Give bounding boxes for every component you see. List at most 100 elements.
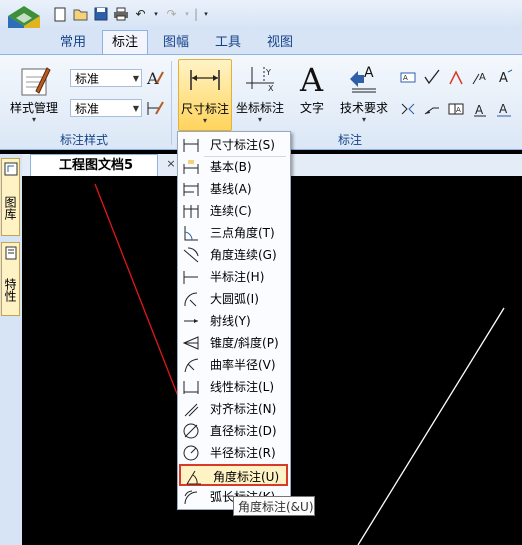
- chevron-down-icon: ▼: [132, 104, 139, 113]
- style-group-label: 标注样式: [60, 133, 109, 147]
- menu-item-taper-slope[interactable]: 锥度/斜度(P): [178, 332, 288, 354]
- text-style-value: 标准: [75, 72, 100, 86]
- close-icon[interactable]: ×: [164, 157, 178, 171]
- menu-item-label: 射线(Y): [210, 314, 251, 328]
- menu-item-half-dim[interactable]: 半标注(H): [178, 266, 288, 288]
- datum-target-icon[interactable]: [398, 99, 418, 119]
- group-separator: [171, 61, 172, 145]
- roughness-icon[interactable]: [422, 67, 442, 87]
- tech-requirement-icon: A: [350, 65, 376, 93]
- menu-item-diameter-dim[interactable]: 直径标注(D): [178, 420, 288, 442]
- menu-item-curvature-radius[interactable]: 曲率半径(V): [178, 354, 288, 376]
- svg-text:A: A: [146, 69, 159, 87]
- baseline-dim-icon: [182, 180, 200, 198]
- dimension-style-icon[interactable]: [145, 98, 165, 118]
- menu-item-label: 半标注(H): [210, 270, 265, 284]
- tech-requirement-button[interactable]: A 技术要求 ▾: [336, 59, 392, 129]
- menu-item-dimension[interactable]: 尺寸标注(S): [178, 134, 288, 156]
- curvature-radius-icon: [182, 356, 200, 374]
- svg-text:A: A: [499, 71, 508, 86]
- separator-icon: |: [193, 7, 199, 21]
- side-tab-library-label: 图库: [3, 196, 17, 220]
- tab-common[interactable]: 常用: [54, 32, 92, 54]
- save-icon[interactable]: [92, 6, 109, 22]
- tab-frame[interactable]: 图幅: [156, 32, 196, 54]
- text-icon: A: [299, 61, 324, 99]
- basic-dim-icon: [182, 158, 200, 176]
- quick-access-toolbar: ↶ ▾ ↷ ▾ | ▾: [0, 0, 522, 40]
- side-panel: 图库 特性: [0, 154, 23, 545]
- svg-text:A: A: [299, 62, 324, 94]
- menu-item-label: 角度连续(G): [210, 248, 277, 262]
- tab-view[interactable]: 视图: [260, 32, 300, 54]
- annotation-group-label: 标注: [338, 133, 363, 147]
- dropdown-arrow-icon: ▾: [257, 115, 262, 124]
- undo-icon[interactable]: ↶: [132, 6, 149, 22]
- text-style-small-icon[interactable]: A: [470, 99, 490, 119]
- diameter-dim-icon: [182, 422, 200, 440]
- text-label: 文字: [299, 101, 324, 115]
- tab-tools[interactable]: 工具: [208, 32, 248, 54]
- menu-item-baseline-dim[interactable]: 基线(A): [178, 178, 288, 200]
- menu-item-basic-dim[interactable]: 基本(B): [178, 156, 288, 178]
- print-icon[interactable]: [112, 6, 129, 22]
- continuous-dim-icon: [182, 202, 200, 220]
- tab-annotation[interactable]: 标注: [102, 30, 148, 55]
- stretch-text-icon[interactable]: A: [494, 99, 514, 119]
- dimension-icon: [182, 136, 200, 154]
- dimension-style-value: 标准: [75, 102, 100, 116]
- text-edit-icon[interactable]: A: [494, 67, 514, 87]
- text-style-combo[interactable]: 标准 ▼: [70, 69, 142, 87]
- svg-text:Y: Y: [265, 68, 271, 77]
- menu-item-aligned-dim[interactable]: 对齐标注(N): [178, 398, 288, 420]
- text-button[interactable]: A 文字: [290, 59, 334, 129]
- taper-slope-icon: [182, 334, 200, 352]
- customize-toolbar-icon[interactable]: ▾: [201, 6, 211, 22]
- text-style-icon[interactable]: A: [145, 68, 165, 88]
- menu-item-label: 对齐标注(N): [210, 402, 277, 416]
- menu-item-large-arc[interactable]: 大圆弧(I): [178, 288, 288, 310]
- leader-icon[interactable]: [422, 99, 442, 119]
- menu-item-label: 直径标注(D): [210, 424, 277, 438]
- leader-text-icon[interactable]: A: [470, 67, 490, 87]
- large-arc-icon: [182, 290, 200, 308]
- dropdown-arrow-icon[interactable]: ▾: [152, 6, 160, 22]
- style-manager-button[interactable]: 样式管理 ▾: [6, 59, 62, 129]
- weld-symbol-icon[interactable]: [446, 67, 466, 87]
- svg-text:A: A: [456, 106, 461, 114]
- angle-continuous-icon: [182, 246, 200, 264]
- coordinate-label: 坐标标注: [235, 101, 284, 115]
- menu-item-linear-dim[interactable]: 线性标注(L): [178, 376, 288, 398]
- new-file-icon[interactable]: [52, 6, 69, 22]
- menu-item-label: 锥度/斜度(P): [210, 336, 279, 350]
- drawn-line[interactable]: [357, 307, 505, 545]
- svg-text:A: A: [403, 74, 408, 82]
- menu-item-ray[interactable]: 射线(Y): [178, 310, 288, 332]
- side-tab-properties-label: 特性: [3, 278, 17, 302]
- menu-item-label: 角度标注(U): [213, 470, 280, 484]
- form-tolerance-icon[interactable]: A: [446, 99, 466, 119]
- library-icon: [4, 162, 18, 176]
- menu-item-three-point-angle[interactable]: 三点角度(T): [178, 222, 288, 244]
- menu-item-angle-dim[interactable]: 角度标注(U): [179, 464, 288, 486]
- dimension-button[interactable]: 尺寸标注 ▾: [178, 59, 232, 131]
- side-tab-library[interactable]: 图库: [1, 158, 20, 236]
- menu-item-continuous-dim[interactable]: 连续(C): [178, 200, 288, 222]
- svg-text:A: A: [364, 65, 374, 81]
- menu-divider: [204, 156, 286, 157]
- properties-icon: [5, 246, 17, 260]
- dropdown-arrow-icon[interactable]: ▾: [183, 6, 191, 22]
- baseline-symbol-icon[interactable]: A: [398, 67, 418, 87]
- open-file-icon[interactable]: [72, 6, 89, 22]
- redo-icon[interactable]: ↷: [163, 6, 180, 22]
- menu-item-angle-continuous[interactable]: 角度连续(G): [178, 244, 288, 266]
- menu-item-radius-dim[interactable]: 半径标注(R): [178, 442, 288, 464]
- coordinate-dimension-button[interactable]: Y X 坐标标注 ▾: [234, 59, 286, 129]
- side-tab-properties[interactable]: 特性: [1, 242, 20, 316]
- dimension-style-combo[interactable]: 标准 ▼: [70, 99, 142, 117]
- dropdown-arrow-icon: ▾: [361, 115, 366, 124]
- chevron-down-icon: ▼: [132, 74, 139, 83]
- coordinate-icon: Y X: [246, 67, 274, 93]
- document-tab[interactable]: 工程图文档5: [30, 154, 158, 176]
- menu-item-label: 大圆弧(I): [210, 292, 259, 306]
